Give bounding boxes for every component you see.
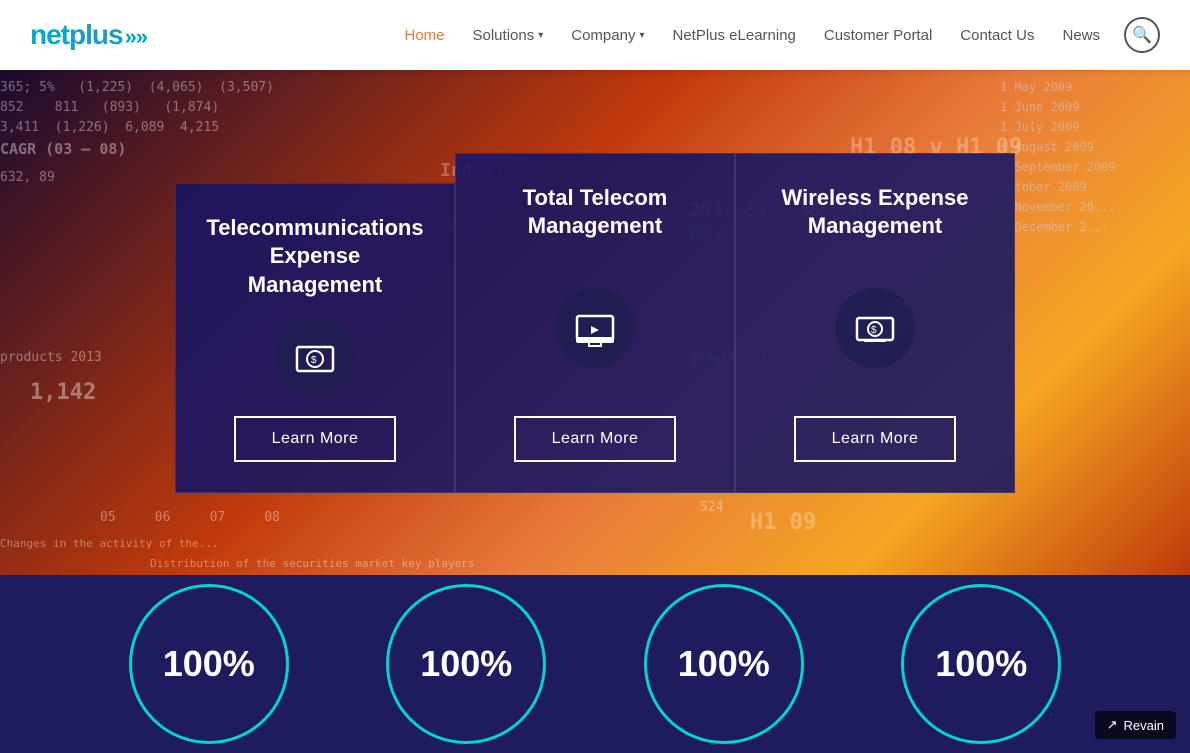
bg-bottom-1: 05 06 07 08	[100, 510, 280, 525]
revain-icon: ↗	[1107, 717, 1118, 733]
logo-arrows: »»	[125, 24, 147, 49]
solutions-caret: ▾	[538, 30, 543, 41]
stat-value-2: 100%	[420, 643, 512, 685]
bg-line-7: 1,142	[30, 380, 96, 405]
card-2-title: Total Telecom Management	[484, 184, 706, 241]
stat-value-4: 100%	[935, 643, 1027, 685]
date-row-1: 1 May 2009	[1000, 80, 1180, 94]
bg-line-1: 365; 5% (1,225) (4,065) (3,507)	[0, 80, 274, 95]
bg-line-2: 852 811 (893) (1,874)	[0, 100, 219, 115]
bg-line-5: 632, 89	[0, 170, 55, 185]
bg-bottom-2: Changes in the activity of the...	[0, 537, 219, 550]
company-caret: ▾	[639, 30, 644, 41]
right-date-panel: 1 May 2009 1 June 2009 1 July 2009 1 Aug…	[990, 70, 1190, 575]
nav-contact-us[interactable]: Contact Us	[948, 19, 1046, 52]
stat-value-3: 100%	[678, 643, 770, 685]
bg-line-4: CAGR (03 – 08)	[0, 140, 126, 158]
card-1-title: Telecommunications Expense Management	[204, 214, 426, 300]
nav-company[interactable]: Company ▾	[559, 19, 656, 52]
svg-text:$: $	[311, 355, 317, 366]
nav-solutions[interactable]: Solutions ▾	[461, 19, 556, 52]
bg-h109-label: H1 09	[750, 510, 816, 535]
svg-text:$: $	[871, 325, 877, 336]
logo-text: netplus»»	[30, 19, 147, 51]
main-nav: Home Solutions ▾ Company ▾ NetPlus eLear…	[392, 17, 1160, 53]
card-2-learn-more-button[interactable]: Learn More	[514, 416, 677, 462]
revain-badge: ↗ Revain	[1095, 711, 1176, 739]
date-row-6: October 2009	[1000, 180, 1180, 194]
date-row-5: 1 September 2009	[1000, 160, 1180, 174]
card-3-icon: $	[835, 288, 915, 368]
bg-line-3: 3,411 (1,226) 6,089 4,215	[0, 120, 219, 135]
revain-label: Revain	[1124, 718, 1164, 733]
cards-container: Telecommunications Expense Management $ …	[175, 153, 1015, 493]
stat-circle-3: 100%	[644, 584, 804, 744]
stat-value-1: 100%	[163, 643, 255, 685]
card-1-icon: $	[275, 317, 355, 397]
nav-customer-portal[interactable]: Customer Portal	[812, 19, 944, 52]
date-row-4: 1 August 2009	[1000, 140, 1180, 154]
date-row-7: 1 November 20...	[1000, 200, 1180, 214]
nav-elearning[interactable]: NetPlus eLearning	[660, 19, 807, 52]
card-telecom-expense: Telecommunications Expense Management $ …	[175, 183, 455, 493]
hero-section: 365; 5% (1,225) (4,065) (3,507) 852 811 …	[0, 70, 1190, 575]
date-row-8: 1 December 2...	[1000, 220, 1180, 234]
bg-mid-6: 524	[700, 500, 723, 515]
card-3-title: Wireless Expense Management	[764, 184, 986, 241]
card-wireless-expense: Wireless Expense Management $ Learn More	[735, 153, 1015, 493]
search-button[interactable]: 🔍	[1124, 17, 1160, 53]
stat-circle-2: 100%	[386, 584, 546, 744]
date-row-3: 1 July 2009	[1000, 120, 1180, 134]
nav-news[interactable]: News	[1050, 19, 1112, 52]
date-row-2: 1 June 2009	[1000, 100, 1180, 114]
card-3-learn-more-button[interactable]: Learn More	[794, 416, 957, 462]
card-2-icon	[555, 288, 635, 368]
stat-circle-1: 100%	[129, 584, 289, 744]
logo[interactable]: netplus»»	[30, 19, 147, 51]
stat-circle-4: 100%	[901, 584, 1061, 744]
stats-section: 100% 100% 100% 100%	[0, 575, 1190, 753]
header: netplus»» Home Solutions ▾ Company ▾ Net…	[0, 0, 1190, 70]
bg-line-6: products 2013	[0, 350, 102, 365]
card-total-telecom: Total Telecom Management Learn More	[455, 153, 735, 493]
nav-home[interactable]: Home	[392, 19, 456, 52]
card-1-learn-more-button[interactable]: Learn More	[234, 416, 397, 462]
search-icon: 🔍	[1132, 25, 1152, 45]
bg-bottom-3: Distribution of the securities market ke…	[150, 557, 475, 570]
